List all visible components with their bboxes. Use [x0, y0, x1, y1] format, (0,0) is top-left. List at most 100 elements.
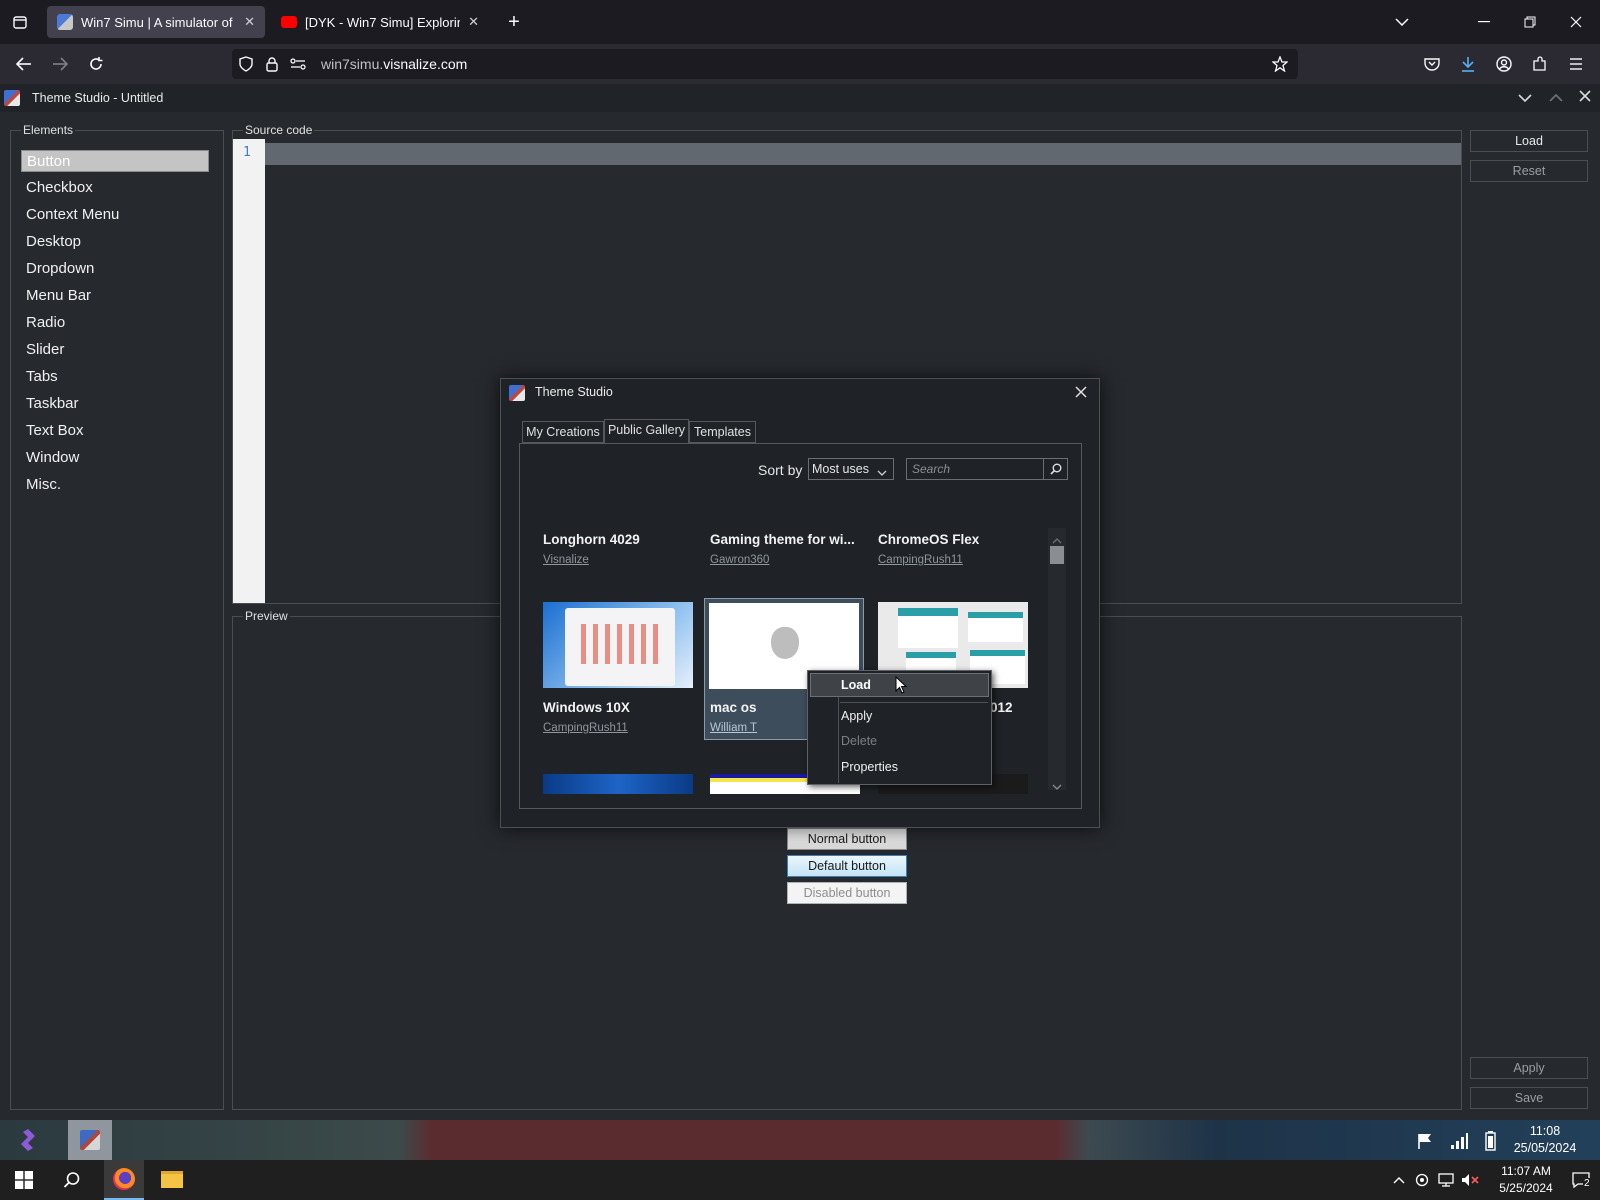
menu-icon[interactable] [1562, 50, 1590, 78]
theme-title[interactable]: Gaming theme for wi... [710, 532, 855, 547]
element-item[interactable]: Menu Bar [21, 285, 209, 307]
windows-start-icon[interactable] [8, 1166, 40, 1194]
sim-clock-time: 11:08 [1529, 1124, 1561, 1138]
theme-title[interactable]: 012 [990, 700, 1013, 715]
lock-icon[interactable] [258, 50, 286, 78]
element-item[interactable]: Dropdown [21, 258, 209, 280]
taskbar-file-explorer[interactable] [152, 1160, 192, 1200]
element-item[interactable]: Desktop [21, 231, 209, 253]
tab-my-creations[interactable]: My Creations [522, 421, 604, 443]
account-icon[interactable] [1490, 50, 1518, 78]
sort-value: Most uses [812, 462, 869, 476]
element-item[interactable]: Context Menu [21, 204, 209, 226]
code-editor[interactable] [265, 143, 1461, 165]
theme-author-link[interactable]: CampingRush11 [543, 722, 628, 734]
element-item[interactable]: Misc. [21, 474, 209, 496]
theme-studio-logo-icon [509, 385, 525, 401]
theme-thumbnail-row3-1[interactable] [543, 774, 693, 794]
thumbnail-icon-grid [581, 624, 661, 664]
new-tab-button[interactable]: + [500, 8, 528, 36]
context-menu-item-apply[interactable]: Apply [841, 709, 872, 723]
theme-title[interactable]: ChromeOS Flex [878, 532, 979, 547]
theme-title[interactable]: Longhorn 4029 [543, 532, 640, 547]
element-item[interactable]: Radio [21, 312, 209, 334]
taskbar-firefox[interactable] [104, 1160, 144, 1200]
download-icon[interactable] [1454, 50, 1482, 78]
element-item[interactable]: Taskbar [21, 393, 209, 415]
sim-taskbar-theme-studio[interactable] [68, 1120, 112, 1160]
network-icon[interactable] [1436, 1170, 1456, 1190]
tab-templates[interactable]: Templates [689, 421, 756, 443]
apple-logo-icon [771, 627, 799, 659]
theme-studio-logo-icon [4, 90, 20, 106]
volume-muted-icon[interactable] [1460, 1170, 1480, 1190]
search-icon[interactable] [56, 1166, 88, 1194]
theme-thumbnail-windows-10x[interactable] [543, 602, 693, 688]
scrollbar-thumb[interactable] [1050, 546, 1064, 564]
site-permissions-icon[interactable] [284, 50, 312, 78]
theme-author-link[interactable]: William T [710, 722, 757, 734]
chevron-down-icon [877, 464, 887, 482]
chevron-up-icon[interactable] [1390, 1170, 1408, 1190]
reload-icon[interactable] [82, 50, 110, 78]
theme-author-link[interactable]: Gawron360 [710, 554, 769, 566]
bookmark-star-icon[interactable] [1266, 50, 1294, 78]
theme-title[interactable]: mac os [710, 700, 757, 715]
theme-title[interactable]: Windows 10X [543, 700, 630, 715]
win7simu-favicon [57, 14, 73, 30]
forward-icon[interactable] [46, 50, 74, 78]
close-icon[interactable] [1075, 385, 1087, 403]
context-menu-item-properties[interactable]: Properties [841, 760, 898, 774]
element-item[interactable]: Checkbox [21, 177, 209, 199]
element-item[interactable]: Window [21, 447, 209, 469]
save-button[interactable]: Save [1470, 1087, 1588, 1109]
url-bar[interactable]: win7simu.visnalize.com [232, 49, 1298, 79]
search-icon[interactable] [1043, 459, 1067, 479]
close-window-icon[interactable] [1562, 8, 1590, 36]
context-menu-item-delete: Delete [841, 734, 878, 748]
chevron-down-icon[interactable] [1052, 778, 1062, 796]
pocket-icon[interactable] [1418, 50, 1446, 78]
restore-icon[interactable] [1516, 8, 1544, 36]
close-icon[interactable] [1574, 88, 1596, 108]
element-item[interactable]: Tabs [21, 366, 209, 388]
theme-author-link[interactable]: CampingRush11 [878, 554, 963, 566]
tab-youtube[interactable]: [DYK - Win7 Simu] Exploring Th ✕ [271, 6, 489, 38]
camera-icon[interactable] [1412, 1170, 1432, 1190]
close-icon[interactable]: ✕ [468, 14, 479, 30]
close-icon[interactable]: ✕ [244, 14, 255, 30]
battery-icon[interactable] [1480, 1130, 1500, 1152]
notification-icon[interactable]: 2 [1568, 1168, 1594, 1192]
line-number: 1 [243, 145, 251, 160]
element-item[interactable]: Button [21, 150, 209, 172]
apply-button[interactable]: Apply [1470, 1057, 1588, 1079]
back-icon[interactable] [10, 50, 38, 78]
flag-icon[interactable] [1414, 1130, 1436, 1152]
load-button[interactable]: Load [1470, 130, 1588, 152]
chevron-down-icon[interactable] [1388, 8, 1416, 36]
chevron-down-icon[interactable] [1514, 88, 1536, 108]
minimize-icon[interactable] [1470, 8, 1498, 36]
sort-dropdown[interactable]: Most uses [808, 458, 894, 480]
network-signal-icon[interactable] [1448, 1130, 1470, 1152]
url-domain: visnalize.com [383, 56, 468, 72]
tab-win7simu[interactable]: Win7 Simu | A simulator of Win ✕ [47, 6, 265, 38]
search-input[interactable]: Search [906, 458, 1068, 480]
extensions-icon[interactable] [1526, 50, 1554, 78]
gallery-scrollbar[interactable] [1048, 528, 1066, 790]
tab-list-icon[interactable] [6, 8, 34, 36]
default-button[interactable]: Default button [787, 855, 907, 877]
url-text[interactable]: win7simu.visnalize.com [321, 56, 467, 72]
theme-author-link[interactable]: Visnalize [543, 554, 589, 566]
tab-public-gallery[interactable]: Public Gallery [604, 419, 689, 443]
chevron-up-icon[interactable] [1545, 88, 1567, 108]
sort-label: Sort by [758, 462, 803, 478]
gallery-panel: Sort by Most uses Search Longhorn 4029 V… [519, 443, 1082, 809]
shield-icon[interactable] [232, 50, 260, 78]
url-prefix: win7simu. [321, 56, 384, 72]
element-item[interactable]: Slider [21, 339, 209, 361]
sim-start-orb-icon[interactable] [14, 1126, 42, 1154]
normal-button[interactable]: Normal button [787, 828, 907, 850]
element-item[interactable]: Text Box [21, 420, 209, 442]
reset-button[interactable]: Reset [1470, 160, 1588, 182]
